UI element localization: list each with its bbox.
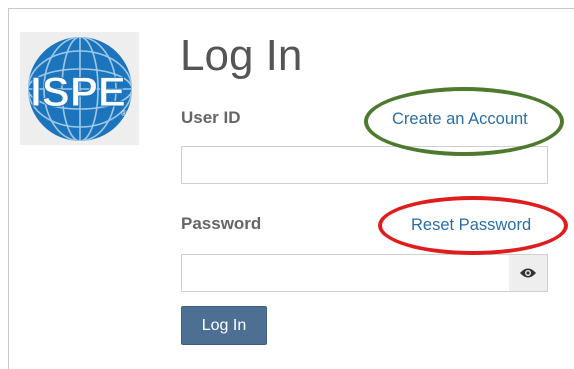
globe-logo-icon: ISPE ® — [28, 37, 132, 141]
eye-icon — [520, 268, 536, 278]
user-id-label: User ID — [181, 108, 241, 127]
user-id-input[interactable] — [181, 146, 548, 184]
create-account-link[interactable]: Create an Account — [392, 109, 528, 129]
login-button[interactable]: Log In — [181, 306, 267, 345]
reset-password-link[interactable]: Reset Password — [411, 215, 531, 235]
ispe-logo: ISPE ® — [20, 32, 139, 145]
logo-text: ISPE — [30, 68, 126, 115]
password-input[interactable] — [181, 254, 510, 292]
registered-mark: ® — [121, 109, 127, 118]
page-title: Log In — [180, 31, 303, 80]
password-label: Password — [181, 214, 262, 233]
show-password-button[interactable] — [509, 254, 548, 292]
